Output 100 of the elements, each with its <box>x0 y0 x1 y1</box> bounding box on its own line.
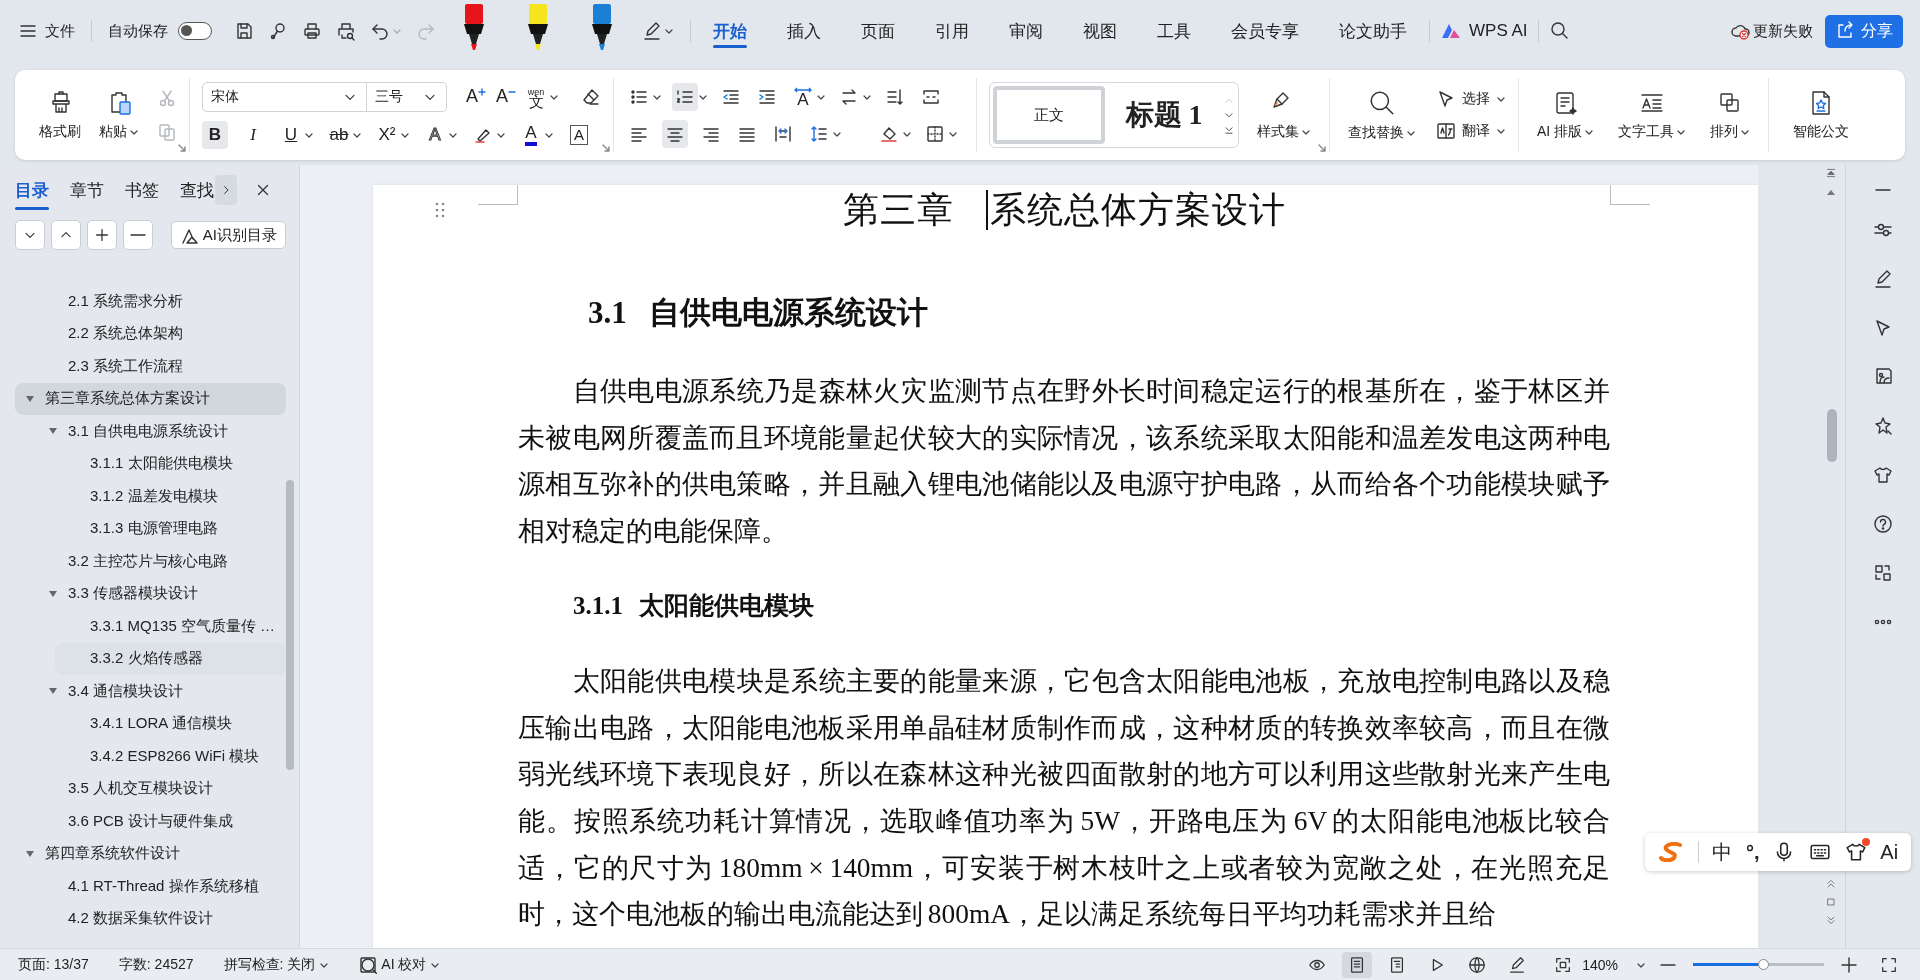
ribbon-tab[interactable]: 工具 <box>1137 0 1211 62</box>
slider-thumb[interactable] <box>1758 959 1770 970</box>
save-icon[interactable] <box>234 21 254 41</box>
update-status[interactable]: 更新失败 <box>1730 21 1813 41</box>
print-preview-icon[interactable] <box>336 21 356 41</box>
page-view-button[interactable] <box>1342 951 1373 978</box>
toc-item[interactable]: 4.2 数据采集软件设计 <box>15 902 286 935</box>
find-replace-button[interactable]: 查找替换 <box>1342 88 1423 142</box>
font-size-select[interactable]: 三号 <box>367 81 447 112</box>
minimize-icon[interactable] <box>1875 189 1891 191</box>
next-icon[interactable] <box>1825 914 1837 926</box>
numbering-button[interactable] <box>672 82 699 111</box>
autosave-toggle[interactable] <box>178 22 212 40</box>
scrollbar-thumb[interactable] <box>286 480 294 770</box>
page-counter[interactable]: 页面: 13/37 <box>18 955 89 974</box>
zoom-in-icon[interactable] <box>1841 956 1857 973</box>
word-count[interactable]: 字数: 24527 <box>118 955 194 974</box>
text-tools-button[interactable]: 文字工具 <box>1612 89 1693 141</box>
underline-button[interactable]: U <box>278 120 304 149</box>
translate-icon[interactable] <box>1873 563 1893 583</box>
smart-doc-button[interactable]: 智能公文 <box>1787 89 1856 141</box>
toc-item[interactable]: 3.1.2 温差发电模块 <box>15 480 286 513</box>
ribbon-tab[interactable]: 引用 <box>915 0 989 62</box>
ai-proofread-button[interactable]: AI 校对 <box>359 955 441 974</box>
font-select[interactable]: 宋体 <box>202 81 367 112</box>
previous-icon[interactable] <box>1825 878 1837 890</box>
print-icon[interactable] <box>302 21 322 41</box>
toc-item[interactable]: 第三章系统总体方案设计 <box>15 382 286 415</box>
shirt-icon[interactable] <box>1844 841 1867 863</box>
style-preset[interactable]: 标题 1 <box>1109 86 1220 144</box>
punctuation-button[interactable]: °, <box>1745 840 1760 864</box>
image-icon[interactable] <box>1873 367 1893 387</box>
paste-button[interactable]: 粘贴 <box>93 89 145 141</box>
zoom-out-icon[interactable] <box>1660 963 1676 966</box>
expanded-triangle-icon[interactable] <box>48 588 58 599</box>
share-button[interactable]: 分享 <box>1825 14 1903 48</box>
style-set-button[interactable]: 样式集 <box>1251 89 1318 141</box>
superscript-button[interactable]: X² <box>374 120 400 149</box>
strikethrough-button[interactable]: ab <box>326 120 352 149</box>
expanded-triangle-icon[interactable] <box>25 393 35 404</box>
ribbon-tab[interactable]: 页面 <box>841 0 915 62</box>
page-up-icon[interactable] <box>1825 167 1837 179</box>
toc-item[interactable]: 2.3 系统工作流程 <box>15 350 286 383</box>
lasso-icon[interactable] <box>268 21 288 41</box>
ribbon-tab[interactable]: 审阅 <box>989 0 1063 62</box>
zoom-menu[interactable]: 140% <box>1582 956 1646 973</box>
toc-item[interactable]: 第四章系统软件设计 <box>15 837 286 870</box>
ribbon-tab[interactable]: 视图 <box>1063 0 1137 62</box>
toc-item[interactable]: 3.4 通信模块设计 <box>15 675 286 708</box>
toc-item[interactable]: 3.3.2 火焰传感器 <box>55 642 286 675</box>
ribbon-tab[interactable]: 会员专享 <box>1211 0 1319 62</box>
ribbon-tab[interactable]: 论文助手 <box>1319 0 1427 62</box>
align-center-button[interactable] <box>662 119 689 148</box>
text-effect-button[interactable]: A <box>422 120 448 149</box>
arrange-button[interactable]: 排列 <box>1704 89 1757 141</box>
fit-page-icon[interactable] <box>1554 955 1573 974</box>
toc-item[interactable]: 3.4.2 ESP8266 WiFi 模块 <box>15 740 286 773</box>
magic-star-icon[interactable] <box>1873 416 1893 436</box>
launcher-icon[interactable] <box>601 143 612 153</box>
char-spacing-button[interactable]: A <box>790 82 817 111</box>
shrink-font-button[interactable]: A <box>493 82 520 111</box>
toc-item[interactable]: 3.5 人机交互模块设计 <box>15 772 286 805</box>
toc-item[interactable]: 3.4.1 LORA 通信模块 <box>15 707 286 740</box>
ai-toc-button[interactable]: AI识别目录 <box>170 221 286 249</box>
panel-tab[interactable]: 查找 <box>180 174 214 206</box>
pen-icon[interactable] <box>642 21 662 41</box>
ribbon-tab[interactable]: 插入 <box>767 0 841 62</box>
fullscreen-icon[interactable] <box>1880 955 1898 974</box>
ribbon-tab[interactable]: 开始 <box>693 0 767 62</box>
format-painter-button[interactable]: 格式刷 <box>33 89 87 141</box>
spell-check-menu[interactable]: 拼写检查: 关闭 <box>223 955 330 974</box>
toc-item[interactable]: 3.1.3 电源管理电路 <box>15 512 286 545</box>
file-menu[interactable]: 文件 <box>18 21 75 41</box>
toc-item[interactable]: 3.1 自供电电源系统设计 <box>15 415 286 448</box>
swoosh-logo-icon[interactable] <box>1657 842 1684 862</box>
panel-tab[interactable]: 书签 <box>125 174 159 206</box>
bold-button[interactable]: B <box>202 120 228 149</box>
pen-icon[interactable] <box>1873 269 1893 289</box>
italic-button[interactable]: I <box>240 120 266 149</box>
grow-font-button[interactable]: A <box>463 82 489 111</box>
translate-button[interactable]: 翻译 <box>1436 121 1507 141</box>
select-button[interactable]: 选择 <box>1436 89 1507 109</box>
input-mode-button[interactable]: 中 <box>1712 838 1733 866</box>
scrollbar-thumb[interactable] <box>1827 409 1837 462</box>
drag-handle-icon[interactable] <box>433 201 447 219</box>
toc-item[interactable]: 3.3 传感器模块设计 <box>15 577 286 610</box>
expanded-triangle-icon[interactable] <box>25 848 35 859</box>
style-preset[interactable]: 正文 <box>993 86 1106 144</box>
shirt-icon[interactable] <box>1873 465 1893 485</box>
toc-item[interactable]: 4.1 RT-Thread 操作系统移植 <box>15 870 286 903</box>
remove-button[interactable] <box>123 220 153 250</box>
launcher-icon[interactable] <box>177 143 187 153</box>
toc-item[interactable]: 3.6 PCB 设计与硬件集成 <box>15 805 286 838</box>
browse-icon[interactable] <box>1825 896 1837 908</box>
launcher-icon[interactable] <box>1317 143 1328 153</box>
pinyin-button[interactable]: wen 文 <box>523 82 550 111</box>
add-button[interactable] <box>87 220 117 250</box>
toc-item[interactable]: 3.3.1 MQ135 空气质量传 … <box>15 610 286 643</box>
wps-ai-button[interactable]: WPS AI <box>1440 21 1528 41</box>
toc-item[interactable]: 3.2 主控芯片与核心电路 <box>15 545 286 578</box>
